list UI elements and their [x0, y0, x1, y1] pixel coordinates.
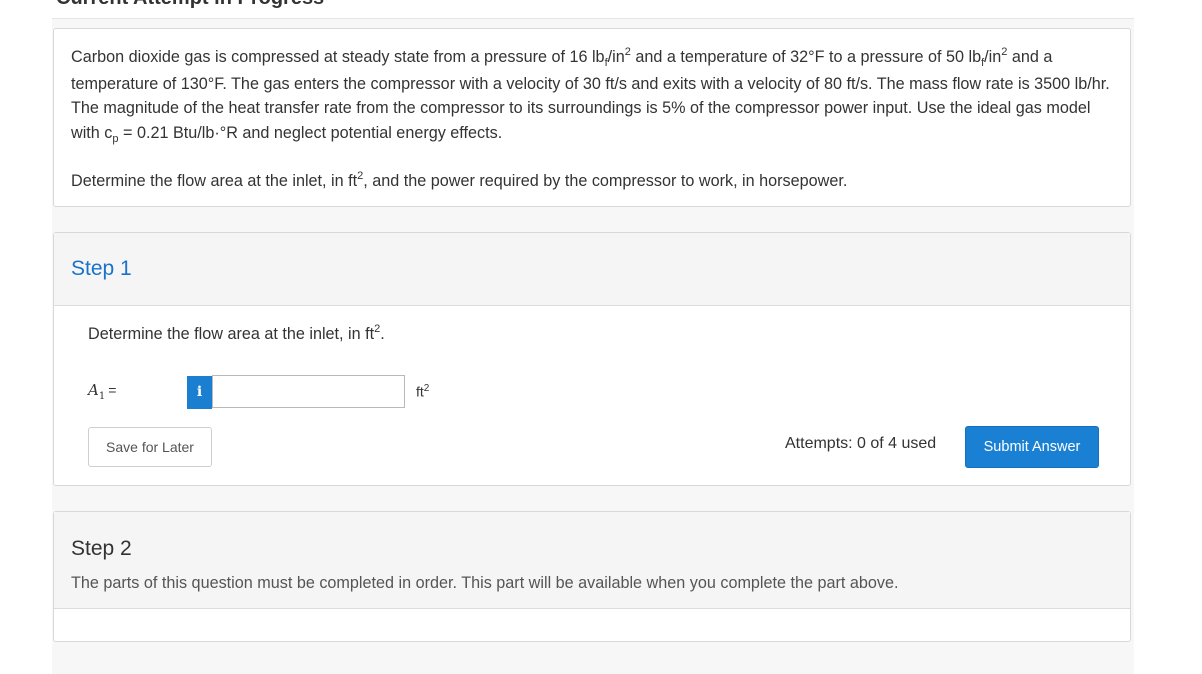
step-1-header: Step 1 — [54, 233, 1130, 306]
step-1-prompt: Determine the flow area at the inlet, in… — [88, 323, 385, 343]
step-2-header: Step 2 The parts of this question must b… — [54, 512, 1130, 609]
question-task: Determine the flow area at the inlet, in… — [71, 170, 848, 190]
question-text: Carbon dioxide gas is compressed at stea… — [71, 46, 1110, 145]
answer-input[interactable] — [212, 375, 405, 408]
submit-answer-button[interactable]: Submit Answer — [965, 426, 1099, 468]
step-2-title: Step 2 — [71, 537, 132, 560]
save-for-later-button[interactable]: Save for Later — [88, 427, 212, 467]
attempts-counter: Attempts: 0 of 4 used — [785, 435, 937, 452]
attempt-header: Current Attempt in Progress — [52, 0, 1134, 19]
attempt-header-title: Current Attempt in Progress — [56, 0, 324, 10]
step-2-card: Step 2 The parts of this question must b… — [53, 511, 1131, 642]
step-1-card: Step 1 Determine the flow area at the in… — [53, 232, 1131, 486]
step-1-title[interactable]: Step 1 — [71, 257, 132, 281]
answer-label: A1 = — [88, 381, 117, 402]
info-icon[interactable]: i — [187, 376, 212, 409]
step-2-note: The parts of this question must be compl… — [71, 574, 899, 592]
question-card: Carbon dioxide gas is compressed at stea… — [53, 28, 1131, 207]
answer-unit: ft2 — [416, 383, 430, 400]
